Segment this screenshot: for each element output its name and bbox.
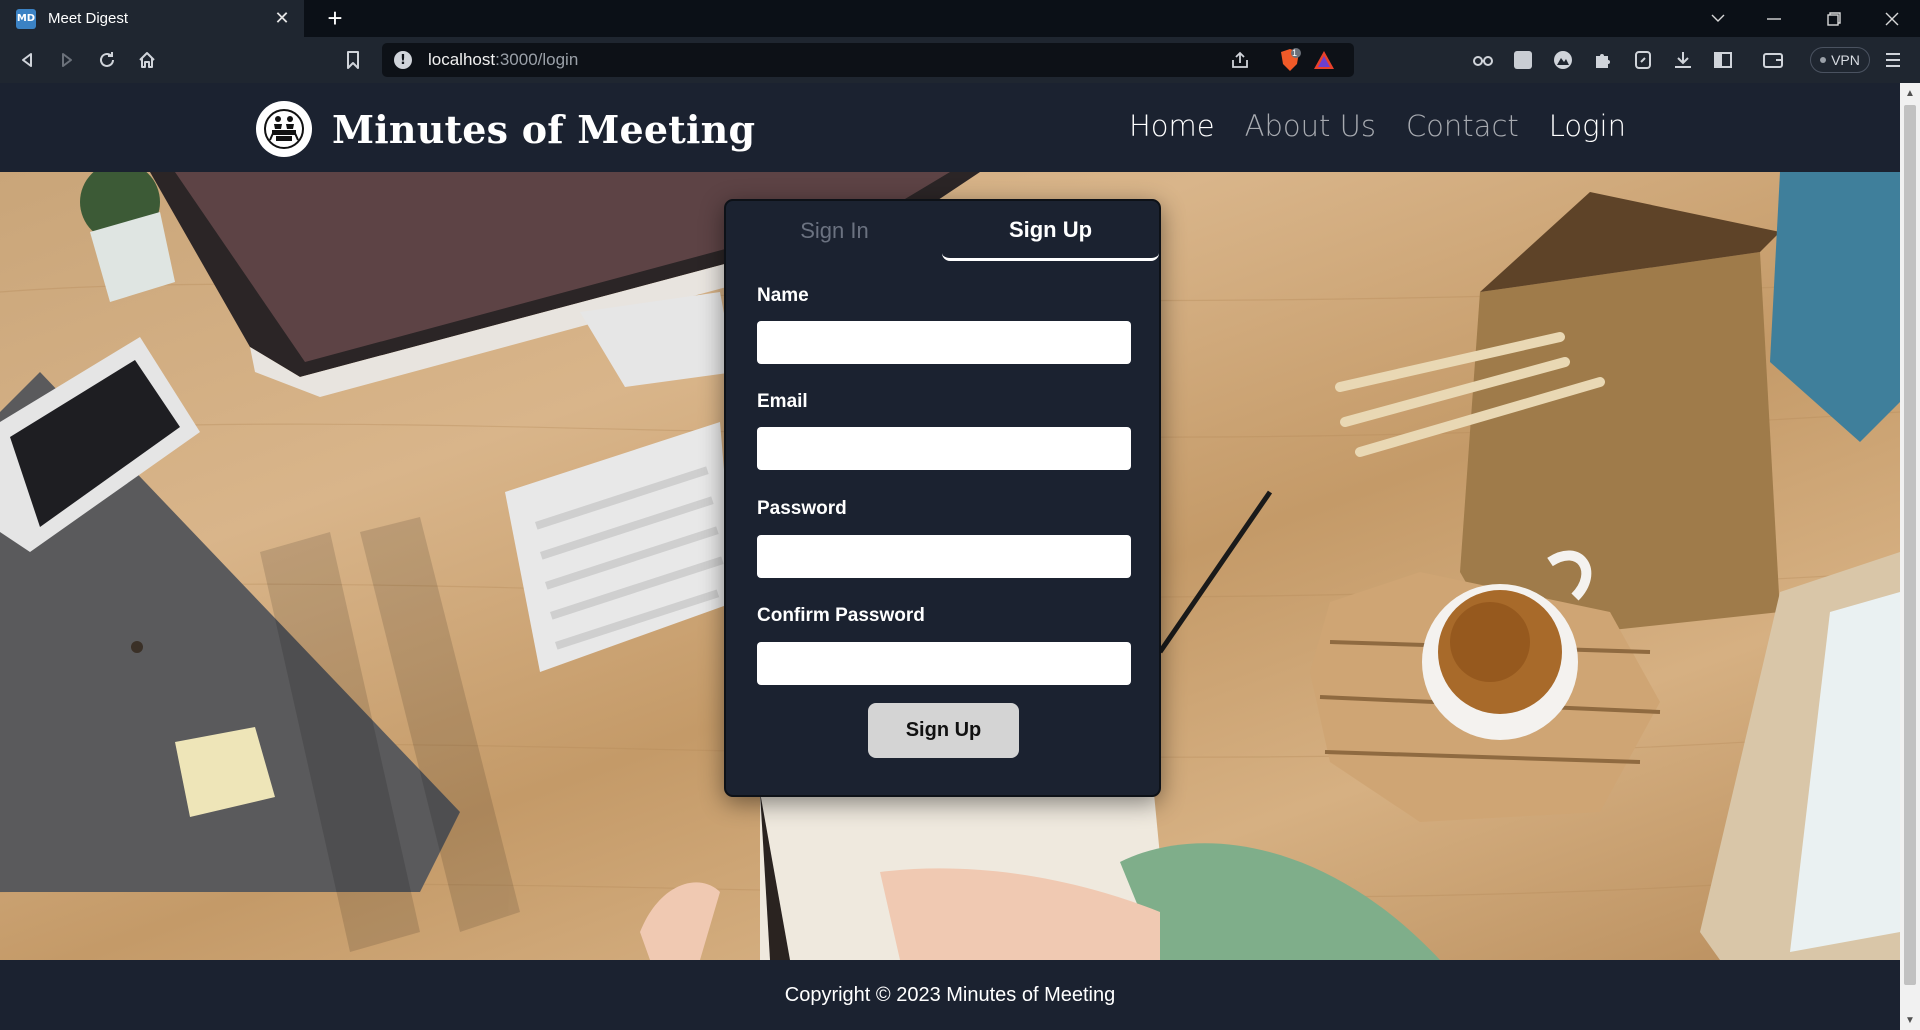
url-host: localhost bbox=[428, 50, 496, 69]
brave-rewards-icon[interactable] bbox=[1312, 49, 1336, 71]
tab-search-chevron-icon[interactable] bbox=[1690, 0, 1746, 37]
password-label: Password bbox=[757, 498, 847, 519]
reader-glasses-icon[interactable] bbox=[1468, 45, 1498, 75]
sync-icon[interactable] bbox=[1628, 45, 1658, 75]
nav-about-us[interactable]: About Us bbox=[1245, 109, 1376, 143]
site-info-icon[interactable]: ! bbox=[394, 51, 412, 69]
vpn-label: VPN bbox=[1831, 52, 1860, 68]
sign-up-button[interactable]: Sign Up bbox=[868, 703, 1019, 758]
minimize-window-button[interactable] bbox=[1746, 0, 1802, 37]
tab-title: Meet Digest bbox=[48, 10, 129, 27]
address-bar[interactable]: ! localhost:3000/login 1 bbox=[382, 43, 1354, 77]
email-label: Email bbox=[757, 391, 808, 412]
brand-name: Minutes of Meeting bbox=[332, 106, 756, 152]
scroll-up-arrow-icon[interactable]: ▲ bbox=[1900, 85, 1920, 101]
password-input[interactable] bbox=[757, 535, 1131, 578]
vpn-status-dot-icon bbox=[1820, 57, 1827, 63]
wallet-icon[interactable] bbox=[1758, 45, 1788, 75]
forward-button[interactable] bbox=[52, 45, 82, 75]
close-window-button[interactable] bbox=[1864, 0, 1920, 37]
new-tab-button[interactable]: + bbox=[320, 4, 350, 34]
reload-button[interactable] bbox=[92, 45, 122, 75]
confirm-password-input[interactable] bbox=[757, 642, 1131, 685]
extensions-puzzle-icon[interactable] bbox=[1588, 45, 1618, 75]
auth-tabs: Sign In Sign Up bbox=[726, 201, 1159, 263]
bookmark-icon[interactable] bbox=[338, 45, 368, 75]
site-favicon-icon: MD bbox=[16, 8, 36, 29]
site-navbar: Minutes of Meeting Home About Us Contact… bbox=[0, 83, 1900, 172]
site-footer: Copyright © 2023 Minutes of Meeting bbox=[0, 960, 1900, 1030]
page-scrollbar[interactable]: ▲ ▼ bbox=[1900, 83, 1920, 1030]
meeting-table-logo-icon bbox=[256, 101, 312, 157]
url-path: :3000/login bbox=[495, 50, 579, 69]
restore-window-button[interactable] bbox=[1806, 0, 1862, 37]
browser-tab[interactable]: MD Meet Digest ✕ bbox=[0, 0, 304, 37]
close-tab-icon[interactable]: ✕ bbox=[270, 8, 294, 29]
brave-shield-badge: 1 bbox=[1292, 48, 1298, 58]
footer-copyright: Copyright © 2023 Minutes of Meeting bbox=[784, 983, 1116, 1006]
nav-links: Home About Us Contact Login bbox=[1129, 109, 1626, 143]
page-viewport: Minutes of Meeting Home About Us Contact… bbox=[0, 83, 1900, 1030]
nav-contact[interactable]: Contact bbox=[1406, 109, 1519, 143]
nav-home[interactable]: Home bbox=[1129, 109, 1215, 143]
browser-toolbar: ! localhost:3000/login 1 VPN bbox=[0, 37, 1920, 83]
brand[interactable]: Minutes of Meeting bbox=[256, 101, 755, 157]
email-input[interactable] bbox=[757, 427, 1131, 470]
name-input[interactable] bbox=[757, 321, 1131, 364]
brave-shields-icon[interactable]: 1 bbox=[1278, 48, 1302, 71]
tab-sign-in[interactable]: Sign In bbox=[726, 201, 943, 261]
scroll-thumb[interactable] bbox=[1904, 105, 1916, 985]
extension-square-icon[interactable] bbox=[1508, 45, 1538, 75]
signup-card: Sign In Sign Up Name Email Password Conf… bbox=[724, 199, 1161, 797]
browser-menu-icon[interactable] bbox=[1878, 45, 1908, 75]
confirm-password-label: Confirm Password bbox=[757, 605, 925, 626]
browser-tab-strip: MD Meet Digest ✕ + bbox=[0, 0, 1920, 37]
tab-sign-up[interactable]: Sign Up bbox=[942, 201, 1159, 261]
extension-mountain-icon[interactable] bbox=[1548, 45, 1578, 75]
scroll-down-arrow-icon[interactable]: ▼ bbox=[1900, 1012, 1920, 1028]
name-label: Name bbox=[757, 285, 809, 306]
sidebar-toggle-icon[interactable] bbox=[1708, 45, 1738, 75]
vpn-button[interactable]: VPN bbox=[1810, 47, 1870, 73]
nav-login[interactable]: Login bbox=[1549, 109, 1626, 143]
home-button[interactable] bbox=[132, 45, 162, 75]
share-icon[interactable] bbox=[1228, 49, 1252, 71]
back-button[interactable] bbox=[12, 45, 42, 75]
downloads-icon[interactable] bbox=[1668, 45, 1698, 75]
